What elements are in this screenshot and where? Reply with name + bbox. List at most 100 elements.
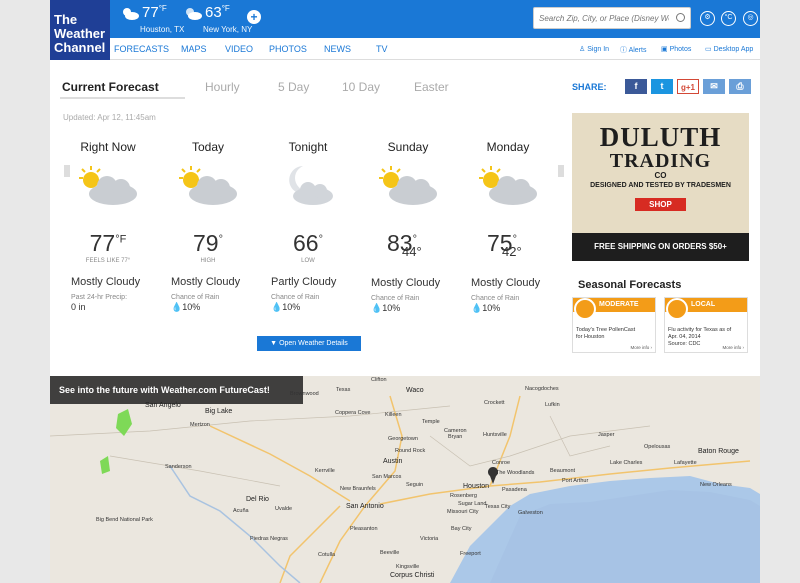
- partly-cloudy-icon: [123, 8, 139, 20]
- nav-tv[interactable]: TV: [376, 44, 388, 54]
- map-label: New Braunfels: [340, 486, 376, 492]
- photos-link[interactable]: ▣ Photos: [661, 45, 691, 53]
- forecast-meta-label: Chance of Rain: [171, 294, 220, 301]
- raindrop-icon: 💧: [371, 303, 383, 313]
- map-label: San Marcos: [372, 474, 402, 480]
- forecast-card-today[interactable]: Today 79° HIGH Mostly Cloudy Chance of R…: [158, 140, 258, 313]
- map-label: Mertzon: [190, 422, 210, 428]
- raindrop-icon: 💧: [471, 303, 483, 313]
- flu-card[interactable]: LOCAL Flu activity for Texas as of Apr. …: [664, 297, 748, 353]
- logo-line: The: [54, 12, 78, 27]
- temperature-unit-icon[interactable]: °C: [721, 11, 736, 26]
- map-label: Big Bend National Park: [96, 517, 153, 523]
- forecast-condition: Partly Cloudy: [271, 276, 337, 288]
- forecast-card-tonight[interactable]: Tonight 66° LOW Partly Cloudy Chance of …: [258, 140, 358, 313]
- forecast-day: Tonight: [288, 140, 328, 154]
- map-label: San Antonio: [346, 503, 384, 510]
- tab-current-forecast[interactable]: Current Forecast: [62, 80, 159, 94]
- page: The Weather Channel 77°F Houston, TX 63°…: [50, 0, 760, 583]
- open-details-label: Open Weather Details: [279, 340, 348, 347]
- map-label: Sanderson: [165, 464, 192, 470]
- map-label: Uvalde: [275, 506, 293, 512]
- forecast-card-sunday[interactable]: Sunday 83° 44° Mostly Cloudy Chance of Ra…: [358, 140, 458, 314]
- city-weather-houston[interactable]: 77°F Houston, TX: [120, 4, 184, 38]
- map-label: Kerrville: [315, 468, 335, 474]
- facebook-share-button[interactable]: f: [625, 79, 647, 94]
- google-plus-share-button[interactable]: g+1: [677, 79, 699, 94]
- pollen-more-info-link[interactable]: More info ›: [630, 345, 652, 350]
- settings-icon[interactable]: ⚙: [700, 11, 715, 26]
- map-label: Brownwood: [290, 391, 319, 397]
- nav-photos[interactable]: PHOTOS: [269, 44, 307, 54]
- desktop-app-link[interactable]: ▭ Desktop App: [705, 45, 753, 53]
- forecast-temp: 66: [293, 230, 319, 256]
- map-label: Clifton: [371, 377, 387, 383]
- nav-video[interactable]: VIDEO: [225, 44, 253, 54]
- map-label: Huntsville: [483, 432, 507, 438]
- user-icon: ♙: [579, 46, 586, 53]
- updated-timestamp: Updated: Apr 12, 11:45am: [63, 113, 156, 122]
- map-label: Freeport: [460, 551, 481, 557]
- map-label: Houston: [463, 483, 490, 490]
- partly-cloudy-icon: [379, 166, 437, 205]
- open-weather-details-button[interactable]: ▼ Open Weather Details: [257, 336, 361, 351]
- forecast-temp-type: [458, 258, 558, 265]
- twitter-share-button[interactable]: t: [651, 79, 673, 94]
- email-share-button[interactable]: ✉: [703, 79, 725, 94]
- map-label: Nacogdoches: [525, 386, 559, 392]
- futurecast-map[interactable]: See into the future with Weather.com Fut…: [50, 376, 760, 583]
- city-temp: 77: [142, 4, 159, 21]
- nav-maps[interactable]: MAPS: [181, 44, 207, 54]
- flu-line-1: Flu activity for Texas as of: [668, 327, 732, 333]
- ad-brand: DULUTH: [599, 122, 722, 152]
- forecast-day: Sunday: [387, 140, 429, 154]
- forecast-card-monday[interactable]: Monday 75° 42° Mostly Cloudy Chance of Ra…: [458, 140, 558, 314]
- forecast-condition: Mostly Cloudy: [371, 277, 441, 289]
- forecast-temp-type: HIGH: [200, 258, 216, 264]
- map-label: Texas City: [485, 504, 511, 510]
- ad-shop-button[interactable]: SHOP: [635, 198, 686, 211]
- map-label: Cotulla: [318, 552, 336, 558]
- tab-5-day[interactable]: 5 Day: [278, 80, 309, 94]
- alerts-link[interactable]: ⓘ Alerts: [620, 45, 646, 55]
- pollen-line-1: Today's Tree PollenCast: [576, 327, 636, 333]
- flu-more-info-link[interactable]: More info ›: [722, 345, 744, 350]
- seasonal-forecasts-title: Seasonal Forecasts: [578, 279, 682, 291]
- map-label: Conroe: [492, 460, 511, 466]
- scroll-right-arrow-icon[interactable]: [558, 165, 564, 177]
- tree-icon: [574, 298, 596, 320]
- forecast-meta-value: 10%: [382, 303, 401, 313]
- map-label: Rosenberg: [450, 493, 477, 499]
- add-location-icon[interactable]: +: [247, 10, 261, 24]
- sign-in-link[interactable]: ♙ Sign In: [579, 45, 609, 53]
- city-name: Houston, TX: [140, 25, 185, 34]
- print-share-button[interactable]: ⎙: [729, 79, 751, 94]
- advertisement[interactable]: DULUTH TRADING CO DESIGNED AND TESTED BY…: [572, 113, 749, 261]
- pollen-card[interactable]: MODERATE Today's Tree PollenCast for Hou…: [572, 297, 656, 353]
- futurecast-banner[interactable]: See into the future with Weather.com Fut…: [50, 376, 303, 404]
- search-icon[interactable]: [676, 13, 685, 22]
- forecast-condition: Mostly Cloudy: [171, 276, 241, 288]
- tab-10-day[interactable]: 10 Day: [342, 80, 380, 94]
- tab-hourly[interactable]: Hourly: [205, 80, 240, 94]
- city-weather-new-york[interactable]: 63°F New York, NY: [183, 4, 252, 38]
- nav-forecasts[interactable]: FORECASTS: [114, 44, 169, 54]
- forecast-temp-unit: °: [318, 233, 323, 246]
- map-label: Beaumont: [550, 468, 576, 474]
- globe-icon[interactable]: ◎: [743, 11, 758, 26]
- search-input[interactable]: [534, 8, 669, 29]
- forecast-card-right-now[interactable]: Right Now 77°F FEELS LIKE 77° Mostly Clo…: [58, 140, 158, 312]
- forecast-meta-value: 10%: [182, 302, 201, 312]
- logo-line: Weather: [54, 26, 106, 41]
- partly-cloudy-icon: [79, 166, 137, 205]
- forecast-meta-label: Chance of Rain: [271, 294, 320, 301]
- nav-news[interactable]: NEWS: [324, 44, 351, 54]
- sign-in-label: Sign In: [587, 46, 610, 53]
- map-label: Seguin: [406, 482, 424, 488]
- city-temp: 63: [205, 4, 222, 21]
- map-label: Killeen: [385, 412, 402, 418]
- logo[interactable]: The Weather Channel: [50, 0, 110, 60]
- forecast-meta-label: Chance of Rain: [371, 295, 420, 302]
- tab-easter[interactable]: Easter: [414, 80, 449, 94]
- forecast-condition: Mostly Cloudy: [71, 276, 141, 288]
